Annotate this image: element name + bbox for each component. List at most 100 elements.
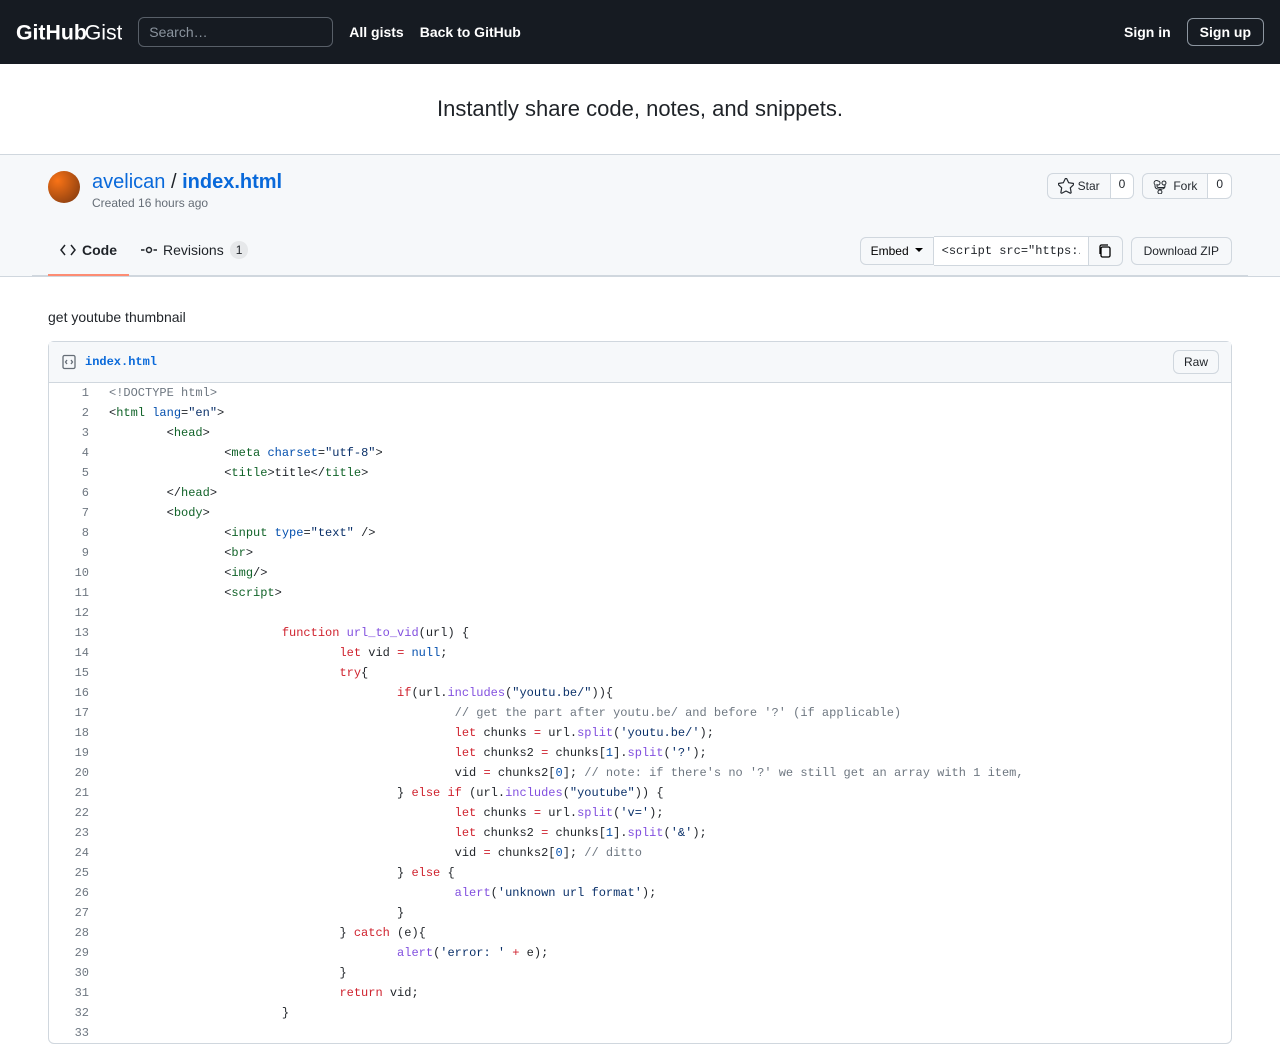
line-number[interactable]: 22 xyxy=(49,803,99,823)
gist-description: get youtube thumbnail xyxy=(48,293,1232,341)
line-content: } else { xyxy=(99,863,1231,883)
line-number[interactable]: 8 xyxy=(49,523,99,543)
line-content: let chunks = url.split('youtu.be/'); xyxy=(99,723,1231,743)
line-number[interactable]: 28 xyxy=(49,923,99,943)
file-box: index.html Raw 1<!DOCTYPE html>2<html la… xyxy=(48,341,1232,1044)
embed-url-input[interactable] xyxy=(934,236,1089,266)
line-number[interactable]: 5 xyxy=(49,463,99,483)
code-line: 8 <input type="text" /> xyxy=(49,523,1231,543)
code-line: 13 function url_to_vid(url) { xyxy=(49,623,1231,643)
line-number[interactable]: 4 xyxy=(49,443,99,463)
owner-avatar[interactable] xyxy=(48,171,80,203)
line-content: } else if (url.includes("youtube")) { xyxy=(99,783,1231,803)
search-input[interactable] xyxy=(138,17,333,47)
line-number[interactable]: 27 xyxy=(49,903,99,923)
line-number[interactable]: 25 xyxy=(49,863,99,883)
code-line: 14 let vid = null; xyxy=(49,643,1231,663)
code-line: 1<!DOCTYPE html> xyxy=(49,383,1231,403)
line-content: <img/> xyxy=(99,563,1231,583)
tagline: Instantly share code, notes, and snippet… xyxy=(0,64,1280,154)
tab-revisions-label: Revisions xyxy=(163,242,224,258)
line-number[interactable]: 29 xyxy=(49,943,99,963)
fork-count[interactable]: 0 xyxy=(1207,173,1232,199)
line-number[interactable]: 17 xyxy=(49,703,99,723)
line-number[interactable]: 18 xyxy=(49,723,99,743)
header-links: All gists Back to GitHub xyxy=(349,24,521,40)
line-number[interactable]: 26 xyxy=(49,883,99,903)
line-number[interactable]: 20 xyxy=(49,763,99,783)
line-number[interactable]: 16 xyxy=(49,683,99,703)
line-number[interactable]: 11 xyxy=(49,583,99,603)
line-content: let chunks2 = chunks[1].split('&'); xyxy=(99,823,1231,843)
copy-button[interactable] xyxy=(1089,236,1123,266)
gist-name-link[interactable]: index.html xyxy=(182,171,282,193)
line-number[interactable]: 15 xyxy=(49,663,99,683)
line-content: <html lang="en"> xyxy=(99,403,1231,423)
embed-dropdown[interactable]: Embed xyxy=(860,237,934,265)
line-content: let chunks2 = chunks[1].split('?'); xyxy=(99,743,1231,763)
line-content: return vid; xyxy=(99,983,1231,1003)
svg-text:Gist: Gist xyxy=(85,21,123,45)
line-number[interactable]: 30 xyxy=(49,963,99,983)
line-number[interactable]: 9 xyxy=(49,543,99,563)
code-line: 12 xyxy=(49,603,1231,623)
code-line: 31 return vid; xyxy=(49,983,1231,1003)
copy-icon xyxy=(1097,243,1113,259)
star-button[interactable]: Star xyxy=(1047,173,1111,199)
line-number[interactable]: 13 xyxy=(49,623,99,643)
back-to-github-link[interactable]: Back to GitHub xyxy=(420,24,521,40)
fork-button[interactable]: Fork xyxy=(1142,173,1208,199)
all-gists-link[interactable]: All gists xyxy=(349,24,403,40)
line-number[interactable]: 12 xyxy=(49,603,99,623)
download-zip-button[interactable]: Download ZIP xyxy=(1131,237,1232,265)
code-line: 9 <br> xyxy=(49,543,1231,563)
sign-up-button[interactable]: Sign up xyxy=(1187,18,1264,46)
line-number[interactable]: 23 xyxy=(49,823,99,843)
line-content: } catch (e){ xyxy=(99,923,1231,943)
line-content: vid = chunks2[0]; // note: if there's no… xyxy=(99,763,1231,783)
line-number[interactable]: 19 xyxy=(49,743,99,763)
line-number[interactable]: 14 xyxy=(49,643,99,663)
code-line: 18 let chunks = url.split('youtu.be/'); xyxy=(49,723,1231,743)
raw-button[interactable]: Raw xyxy=(1173,350,1219,374)
title-separator: / xyxy=(171,171,182,193)
code-line: 30 } xyxy=(49,963,1231,983)
global-header: GitHubGist All gists Back to GitHub Sign… xyxy=(0,0,1280,64)
line-content xyxy=(99,1023,1231,1043)
line-content: <title>title</title> xyxy=(99,463,1231,483)
line-number[interactable]: 3 xyxy=(49,423,99,443)
line-number[interactable]: 33 xyxy=(49,1023,99,1043)
code-line: 5 <title>title</title> xyxy=(49,463,1231,483)
tab-code[interactable]: Code xyxy=(48,226,129,276)
code-line: 22 let chunks = url.split('v='); xyxy=(49,803,1231,823)
line-number[interactable]: 2 xyxy=(49,403,99,423)
line-number[interactable]: 6 xyxy=(49,483,99,503)
file-name-link[interactable]: index.html xyxy=(85,355,157,369)
line-number[interactable]: 10 xyxy=(49,563,99,583)
line-number[interactable]: 24 xyxy=(49,843,99,863)
line-content: <meta charset="utf-8"> xyxy=(99,443,1231,463)
code-line: 33 xyxy=(49,1023,1231,1043)
gist-subhead: avelican / index.html Created 16 hours a… xyxy=(0,154,1280,277)
line-number[interactable]: 31 xyxy=(49,983,99,1003)
github-gist-logo[interactable]: GitHubGist xyxy=(16,17,122,47)
code-line: 11 <script> xyxy=(49,583,1231,603)
code-line: 25 } else { xyxy=(49,863,1231,883)
line-content: } xyxy=(99,903,1231,923)
tab-revisions[interactable]: Revisions 1 xyxy=(129,226,260,276)
line-number[interactable]: 32 xyxy=(49,1003,99,1023)
code-line: 15 try{ xyxy=(49,663,1231,683)
code-line: 2<html lang="en"> xyxy=(49,403,1231,423)
line-number[interactable]: 21 xyxy=(49,783,99,803)
line-content: <script> xyxy=(99,583,1231,603)
owner-link[interactable]: avelican xyxy=(92,171,165,193)
gist-title: avelican / index.html xyxy=(92,171,1035,194)
star-count[interactable]: 0 xyxy=(1110,173,1135,199)
code-line: 4 <meta charset="utf-8"> xyxy=(49,443,1231,463)
line-number[interactable]: 1 xyxy=(49,383,99,403)
svg-text:GitHub: GitHub xyxy=(16,21,87,45)
revisions-count: 1 xyxy=(230,241,249,259)
line-number[interactable]: 7 xyxy=(49,503,99,523)
code-line: 29 alert('error: ' + e); xyxy=(49,943,1231,963)
sign-in-link[interactable]: Sign in xyxy=(1124,24,1171,40)
